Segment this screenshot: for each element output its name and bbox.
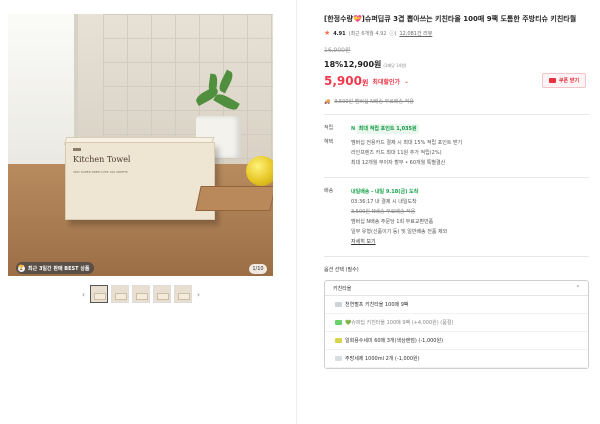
product-title: [한정수량💝]슈퍼딥큐 3겹 뽑아쓰는 키친타올 100매 9팩 도톰한 주방티… <box>324 15 577 23</box>
original-price: 16,900원 <box>324 47 351 54</box>
product-info-panel: [한정수량💝]슈퍼딥큐 3겹 뽑아쓰는 키친타올 100매 9팩 도톰한 주방티… <box>324 14 589 369</box>
card-benefit-1[interactable]: 멤버십 전용카드 결제 시 최대 15% 적립 포인트 받기 <box>351 138 589 148</box>
points-label: 적립 <box>324 125 334 131</box>
final-price: 5,900원 <box>324 74 369 88</box>
delivery-row: 배송 내일배송 - 내일 9.18(금) 도착 03:36:17 내 결제 시 … <box>324 187 589 247</box>
product-main-image[interactable]: Kitchen Towel 3PLY SUPER DEEP CUTE 100 S… <box>8 14 273 276</box>
option-dropdown[interactable]: 키친타올 ⌃ 천연펄프 키친타올 100매 9팩 💚슈퍼딥 키친타올 100매 … <box>324 280 589 369</box>
chevron-right-icon[interactable]: › <box>195 290 202 299</box>
box-subtitle: 3PLY SUPER DEEP CUTE 100 SHEETS <box>73 170 128 174</box>
chevron-down-icon[interactable]: ⌄ <box>404 78 409 85</box>
chevron-up-icon: ⌃ <box>575 285 580 291</box>
section-divider-1 <box>324 114 589 115</box>
best-badge-text: 최근 3일간 판매 BEST 상품 <box>28 265 90 272</box>
delivery-label: 배송 <box>324 188 334 194</box>
info-icon: ⓘ) <box>389 31 397 37</box>
selected-option[interactable]: 키친타올 ⌃ <box>325 281 588 296</box>
coupon-button[interactable]: 쿠폰 받기 <box>542 73 586 88</box>
point-line: N 최대 적립 포인트 1,035원 <box>351 124 419 134</box>
price-per-sheet: (1매당 14원) <box>383 63 407 68</box>
return-exclusion: 일부 유형(신품이기 등) 및 일반배송 전품 제외 <box>351 229 448 235</box>
coupon-icon <box>548 78 556 83</box>
delivery-date: 내일배송 - 내일 9.18(금) 도착 <box>351 189 419 195</box>
rating-score: 4.91 <box>333 30 346 37</box>
option-item-3[interactable]: 일회용수세미 60매 3개(색상랜덤) (-1,000원) <box>325 332 588 350</box>
thumbnail-4[interactable] <box>153 285 171 303</box>
trophy-icon: 🏆 <box>18 264 25 272</box>
delivery-detail-link[interactable]: 자세히 보기 <box>351 237 589 247</box>
product-box: Kitchen Towel 3PLY SUPER DEEP CUTE 100 S… <box>65 142 215 220</box>
thumbnail-3[interactable] <box>132 285 150 303</box>
shipping-note: 🚚 3,500원 멤버십 N배송 무료배송 적용 <box>324 98 414 106</box>
chevron-left-icon[interactable]: ‹ <box>80 290 87 299</box>
card-benefit-3[interactable]: 최대 12개월 무이자 할부 • 60개월 특별결산 <box>351 158 589 168</box>
review-link[interactable]: 12,081건 리뷰 <box>399 30 432 37</box>
thumbnail-5[interactable] <box>174 285 192 303</box>
discount-price: 18%12,900원 <box>324 60 382 69</box>
option-item-2[interactable]: 💚슈퍼딥 키친타올 100매 9팩 (+4,000원) (품절) <box>325 314 588 332</box>
cutting-board <box>195 186 273 211</box>
best-badge: 🏆 최근 3일간 판매 BEST 상품 <box>16 262 95 274</box>
lemon <box>246 156 273 186</box>
recent-rating: (최근 6개월 4.92 <box>348 31 387 37</box>
naver-icon: N <box>351 126 356 132</box>
star-icon: ★ <box>324 29 331 37</box>
return-note: 멤버십 N배송 주문당 1회 무료교환반품 <box>351 219 434 225</box>
option-item-4[interactable]: 주방세제 1000ml 2개 (-1,000원) <box>325 350 588 368</box>
card-benefit-label: 혜택 <box>324 139 334 145</box>
max-discount-label: 최대할인가 <box>372 78 401 86</box>
box-logo <box>73 148 81 151</box>
page-divider <box>296 0 297 424</box>
image-counter: 1/10 <box>249 264 267 274</box>
card-benefit-2[interactable]: 라인프렌즈 카드 최대 11원 추가 적립(2%) <box>351 148 589 158</box>
thumbnail-strip: ‹ › <box>80 285 202 303</box>
option-item-1[interactable]: 천연펄프 키친타올 100매 9팩 <box>325 296 588 314</box>
delivery-free: 3,500원 N배송 무료배송 적용 <box>351 209 416 215</box>
box-title: Kitchen Towel <box>73 155 131 164</box>
option-title: 옵션 선택 (필수) <box>324 267 359 273</box>
benefits-row: 적립 N 최대 적립 포인트 1,035원 <box>324 124 589 134</box>
truck-icon: 🚚 <box>324 98 331 105</box>
section-divider-2 <box>324 177 589 178</box>
thumbnail-1[interactable] <box>90 285 108 303</box>
thumbnail-2[interactable] <box>111 285 129 303</box>
rating-row: ★ 4.91 (최근 6개월 4.92 ⓘ) 12,081건 리뷰 <box>324 29 589 38</box>
section-divider-3 <box>324 256 589 257</box>
card-benefits-row: 혜택 멤버십 전용카드 결제 시 최대 15% 적립 포인트 받기 라인프렌즈 … <box>324 138 589 168</box>
discount-price-row: 18%12,900원 (1매당 14원) <box>324 59 589 70</box>
delivery-cutoff: 03:36:17 내 결제 시 내일도착 <box>351 199 417 205</box>
